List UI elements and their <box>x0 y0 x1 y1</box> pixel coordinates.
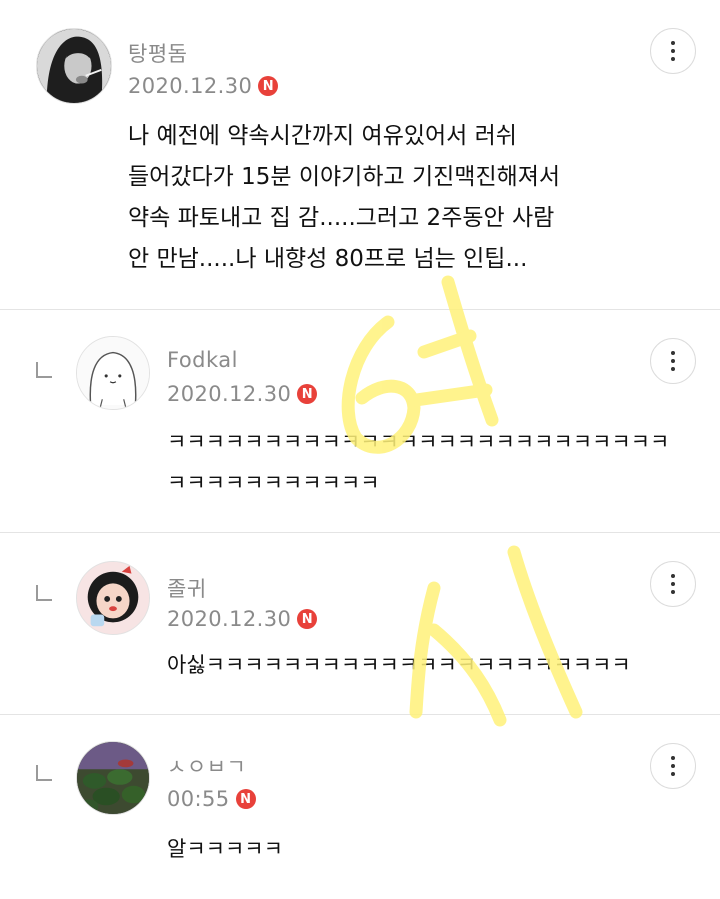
new-badge: N <box>235 789 256 809</box>
comment-line: ㅋㅋㅋㅋㅋㅋㅋㅋㅋㅋㅋ <box>167 471 380 495</box>
avatar[interactable] <box>76 741 150 815</box>
comment-date: 2020.12.30 <box>167 607 292 631</box>
reply-arrow-icon <box>36 585 52 601</box>
more-vertical-icon <box>671 41 675 61</box>
avatar[interactable] <box>36 28 112 104</box>
author-name[interactable]: 졸귀 <box>167 573 207 603</box>
new-badge: N <box>297 384 318 404</box>
reply-comment: ㅅㅇㅂㄱ 00:55 N 알ㅋㅋㅋㅋㅋ <box>0 715 720 899</box>
more-options-button[interactable] <box>650 743 696 789</box>
new-badge: N <box>297 609 318 629</box>
more-options-button[interactable] <box>650 28 696 74</box>
comment-line: 알ㅋㅋㅋㅋㅋ <box>167 837 283 861</box>
comment-body: 알ㅋㅋㅋㅋㅋ <box>167 829 283 870</box>
comment-line: ㅋㅋㅋㅋㅋㅋㅋㅋㅋㅋㅋㅋㅋㅋㅋㅋㅋㅋㅋㅋㅋㅋㅋㅋㅋㅋ <box>167 430 670 454</box>
comment-meta: 2020.12.30 N <box>128 74 279 98</box>
comment-body: ㅋㅋㅋㅋㅋㅋㅋㅋㅋㅋㅋㅋㅋㅋㅋㅋㅋㅋㅋㅋㅋㅋㅋㅋㅋㅋ ㅋㅋㅋㅋㅋㅋㅋㅋㅋㅋㅋ <box>167 422 669 504</box>
comment-date: 00:55 <box>167 787 230 811</box>
author-name[interactable]: Fodkal <box>167 348 238 372</box>
more-options-button[interactable] <box>650 561 696 607</box>
reply-arrow-icon <box>36 362 52 378</box>
new-badge: N <box>258 76 279 96</box>
more-vertical-icon <box>671 574 675 594</box>
comment-line: 들어갔다가 15분 이야기하고 기진맥진해져서 <box>128 164 561 190</box>
more-options-button[interactable] <box>650 338 696 384</box>
comment: 탕평돔 2020.12.30 N 나 예전에 약속시간까지 여유있어서 러쉬 들… <box>0 0 720 310</box>
more-vertical-icon <box>671 756 675 776</box>
comment-body: 아싫ㅋㅋㅋㅋㅋㅋㅋㅋㅋㅋㅋㅋㅋㅋㅋㅋㅋㅋㅋㅋㅋㅋ <box>167 645 631 686</box>
comment-meta: 2020.12.30 N <box>167 382 318 406</box>
comment-meta: 00:55 N <box>167 787 256 811</box>
comment-meta: 2020.12.30 N <box>167 607 318 631</box>
comment-line: 아싫ㅋㅋㅋㅋㅋㅋㅋㅋㅋㅋㅋㅋㅋㅋㅋㅋㅋㅋㅋㅋㅋㅋ <box>167 653 631 677</box>
more-vertical-icon <box>671 351 675 371</box>
comment-body: 나 예전에 약속시간까지 여유있어서 러쉬 들어갔다가 15분 이야기하고 기진… <box>128 116 560 280</box>
author-name[interactable]: 탕평돔 <box>128 38 187 68</box>
avatar[interactable] <box>76 336 150 410</box>
author-name[interactable]: ㅅㅇㅂㄱ <box>167 751 246 781</box>
comment-line: 안 만남.....나 내향성 80프로 넘는 인팁... <box>128 246 528 272</box>
comment-line: 약속 파토내고 집 감.....그러고 2주동안 사람 <box>128 205 555 231</box>
comment-line: 나 예전에 약속시간까지 여유있어서 러쉬 <box>128 123 517 149</box>
reply-comment: Fodkal 2020.12.30 N ㅋㅋㅋㅋㅋㅋㅋㅋㅋㅋㅋㅋㅋㅋㅋㅋㅋㅋㅋㅋ… <box>0 310 720 533</box>
reply-arrow-icon <box>36 765 52 781</box>
comment-date: 2020.12.30 <box>167 382 292 406</box>
reply-comment: 졸귀 2020.12.30 N 아싫ㅋㅋㅋㅋㅋㅋㅋㅋㅋㅋㅋㅋㅋㅋㅋㅋㅋㅋㅋㅋㅋㅋ <box>0 533 720 715</box>
comment-date: 2020.12.30 <box>128 74 253 98</box>
avatar[interactable] <box>76 561 150 635</box>
